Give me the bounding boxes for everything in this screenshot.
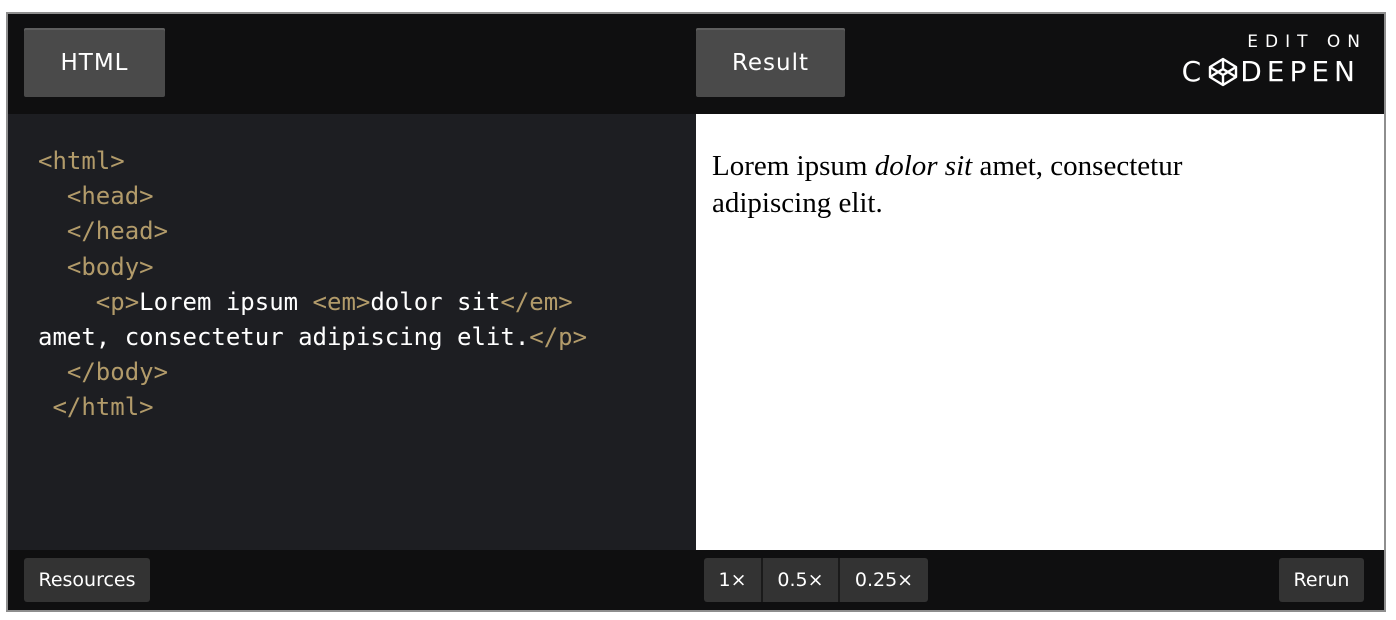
result-paragraph: Lorem ipsum dolor sit amet, consectetur … (712, 148, 1272, 222)
code-line: </head> (38, 214, 587, 249)
code-tag: </html> (38, 393, 154, 422)
brand-left: C (1181, 55, 1207, 88)
code-text: amet, consectetur adipiscing elit. (38, 323, 530, 352)
rerun-button[interactable]: Rerun (1279, 558, 1364, 602)
codepen-embed: HTML Result EDIT ON C DEPEN <html> <head… (6, 12, 1386, 612)
codepen-wordmark: C DEPEN (1182, 55, 1360, 88)
code-tag: <em> (312, 287, 371, 316)
code-tag: </em> (500, 287, 573, 316)
resources-button[interactable]: Resources (24, 558, 150, 602)
result-text-start: Lorem ipsum (712, 150, 875, 182)
code-tag: <body> (38, 252, 154, 281)
code-text: Lorem ipsum (139, 287, 313, 316)
result-pane: Lorem ipsum dolor sit amet, consectetur … (696, 114, 1384, 550)
tab-html[interactable]: HTML (24, 28, 165, 97)
code-line: <head> (38, 179, 587, 214)
code-text: dolor sit (370, 287, 501, 316)
zoom-0-5x-button[interactable]: 0.5× (763, 558, 840, 602)
code-line: <html> (38, 144, 587, 179)
html-editor-pane[interactable]: <html> <head> </head> <body> <p>Lorem ip… (8, 114, 696, 550)
top-bar: HTML Result EDIT ON C DEPEN (8, 14, 1384, 114)
code-tag: </head> (38, 217, 169, 246)
codepen-cube-icon (1209, 57, 1238, 86)
bottom-bar: Resources 1× 0.5× 0.25× Rerun (8, 550, 1384, 610)
code-tag: <html> (38, 147, 125, 175)
code-tag: <head> (38, 182, 154, 211)
brand-right: DEPEN (1240, 55, 1360, 88)
html-code[interactable]: <html> <head> </head> <body> <p>Lorem ip… (38, 144, 587, 426)
tab-result[interactable]: Result (696, 28, 845, 97)
zoom-1x-button[interactable]: 1× (704, 558, 763, 602)
code-line: <body> (38, 250, 587, 285)
code-tag: </body> (38, 358, 169, 387)
edit-on-codepen-link[interactable]: EDIT ON C DEPEN (1182, 32, 1360, 88)
zoom-controls: 1× 0.5× 0.25× (704, 558, 928, 602)
zoom-0-25x-button[interactable]: 0.25× (840, 558, 928, 602)
code-tag: </p> (529, 323, 588, 352)
code-tag: <p> (38, 287, 140, 316)
edit-on-label: EDIT ON (1247, 32, 1367, 52)
result-emphasis: dolor sit (874, 150, 973, 182)
code-line: </html> (38, 390, 587, 425)
code-line: </body> (38, 355, 587, 390)
code-line: amet, consectetur adipiscing elit.</p> (38, 320, 587, 355)
code-line: <p>Lorem ipsum <em>dolor sit</em> (38, 285, 587, 320)
